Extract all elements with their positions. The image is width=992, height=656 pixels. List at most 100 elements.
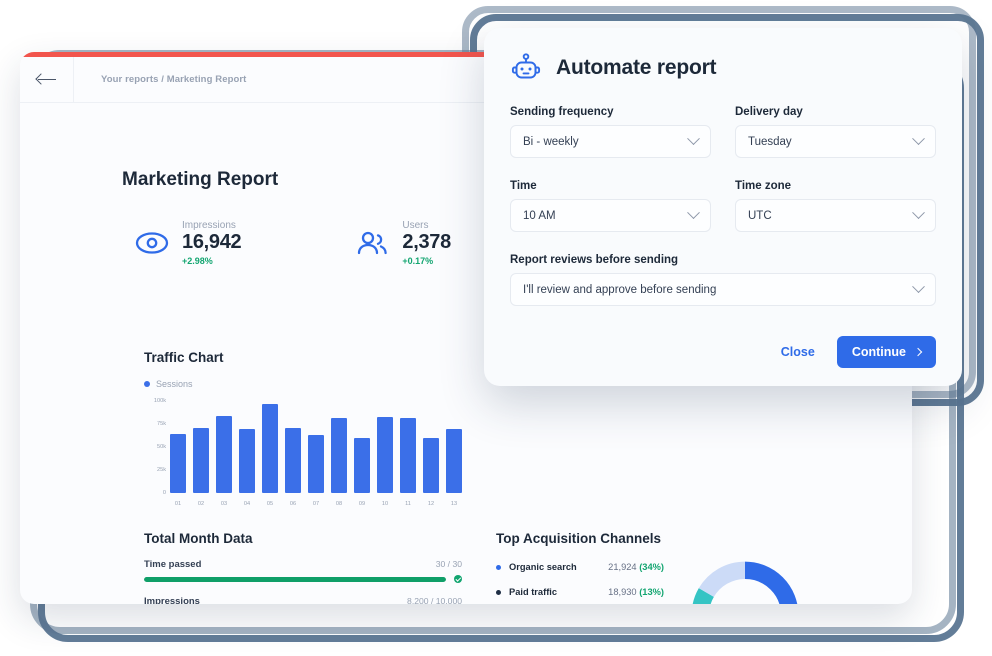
breadcrumb[interactable]: Your reports / Marketing Report (74, 57, 246, 102)
x-tick-label: 10 (377, 501, 393, 507)
bar-column (331, 401, 347, 493)
kpi-group: Impressions 16,942 +2.98% Users 2,378 (135, 220, 451, 266)
y-axis: 100k75k50k25k0 (144, 401, 166, 493)
x-tick-label: 13 (446, 501, 462, 507)
dialog-actions: Close Continue (510, 336, 936, 368)
bar (331, 418, 347, 493)
dialog-title: Automate report (556, 56, 716, 80)
field-time-zone: Time zone UTC (735, 180, 936, 232)
kpi-label: Users (402, 220, 451, 231)
field-sending-frequency: Sending frequency Bi - weekly (510, 106, 711, 158)
x-tick-label: 01 (170, 501, 186, 507)
donut-chart-svg (686, 556, 804, 604)
sending-frequency-select[interactable]: Bi - weekly (510, 125, 711, 158)
chevron-down-icon (912, 132, 925, 145)
continue-button[interactable]: Continue (837, 336, 936, 368)
bar-column (285, 401, 301, 493)
bar-chart-plot: 100k75k50k25k0 0102030405060708091011121… (144, 401, 466, 507)
bar-column (239, 401, 255, 493)
kpi-users: Users 2,378 +0.17% (355, 220, 451, 266)
select-value: I'll review and approve before sending (523, 284, 716, 296)
report-reviews-select[interactable]: I'll review and approve before sending (510, 273, 936, 306)
x-tick-label: 09 (354, 501, 370, 507)
y-tick-label: 50k (157, 444, 166, 450)
close-button[interactable]: Close (781, 345, 815, 359)
progress-row: Time passed30 / 30 (144, 559, 462, 583)
bar-column (354, 401, 370, 493)
acquisition-percent: (13%) (639, 587, 664, 597)
time-zone-select[interactable]: UTC (735, 199, 936, 232)
bar (170, 434, 186, 493)
users-icon (355, 230, 389, 255)
select-value: Bi - weekly (523, 136, 579, 148)
bar-column (400, 401, 416, 493)
progress-value: 30 / 30 (436, 559, 462, 569)
progress-rows: Time passed30 / 30 Impressions 8.200 / 10.… (144, 559, 462, 604)
y-tick-label: 25k (157, 467, 166, 473)
x-tick-label: 05 (262, 501, 278, 507)
bar-column (193, 401, 209, 493)
chart-legend: Sessions (144, 379, 474, 389)
field-label: Time (510, 180, 711, 192)
kpi-value: 16,942 (182, 232, 241, 254)
acquisition-row: Paid traffic18,930 (13%) (496, 587, 664, 597)
traffic-chart-title: Traffic Chart (144, 350, 474, 365)
progress-end-marker (454, 575, 462, 583)
progress-label: Impressions (144, 596, 200, 604)
acquisition-color-dot (496, 565, 501, 570)
acquisition-value: 21,924 (34%) (608, 562, 664, 572)
progress-value: 8.200 / 10.000 (407, 596, 462, 604)
acquisition-row: Organic search21,924 (34%) (496, 562, 664, 572)
kpi-impressions: Impressions 16,942 +2.98% (135, 220, 241, 266)
bar-column (170, 401, 186, 493)
chevron-right-icon (914, 348, 922, 356)
eye-icon (135, 231, 169, 255)
y-tick-label: 75k (157, 421, 166, 427)
bar (285, 428, 301, 493)
automate-report-dialog: Automate report Sending frequency Bi - w… (484, 28, 962, 386)
field-delivery-day: Delivery day Tuesday (735, 106, 936, 158)
bar (377, 417, 393, 493)
bar-column (262, 401, 278, 493)
x-tick-label: 02 (193, 501, 209, 507)
field-row-3: Report reviews before sending I'll revie… (510, 254, 936, 306)
select-value: 10 AM (523, 210, 556, 222)
back-button[interactable] (20, 57, 74, 102)
y-tick-label: 0 (163, 490, 166, 496)
bar (354, 438, 370, 493)
x-tick-label: 04 (239, 501, 255, 507)
page-title: Marketing Report (122, 169, 278, 191)
field-report-reviews: Report reviews before sending I'll revie… (510, 254, 936, 306)
bar (446, 429, 462, 493)
field-row-2: Time 10 AM Time zone UTC (510, 180, 936, 232)
delivery-day-select[interactable]: Tuesday (735, 125, 936, 158)
bar-column (446, 401, 462, 493)
field-label: Report reviews before sending (510, 254, 936, 266)
bar (216, 416, 232, 493)
total-month-data-card: Total Month Data Time passed30 / 30Impre… (144, 531, 462, 604)
donut-chart (686, 556, 804, 604)
bar-column (377, 401, 393, 493)
bar (423, 438, 439, 493)
x-tick-label: 08 (331, 501, 347, 507)
traffic-chart-card: Traffic Chart Sessions 100k75k50k25k0 01… (144, 350, 474, 507)
bar-column (216, 401, 232, 493)
time-select[interactable]: 10 AM (510, 199, 711, 232)
bar-column (423, 401, 439, 493)
x-axis: 01020304050607080910111213 (170, 501, 462, 507)
bar (262, 404, 278, 493)
legend-label-sessions: Sessions (156, 379, 193, 389)
progress-row: Impressions 8.200 / 10.000 (144, 596, 462, 604)
field-label: Sending frequency (510, 106, 711, 118)
acquisition-card: Top Acquisition Channels Organic search2… (496, 531, 856, 604)
select-value: Tuesday (748, 136, 792, 148)
chevron-down-icon (912, 206, 925, 219)
bar (193, 428, 209, 493)
continue-button-label: Continue (852, 345, 906, 359)
screenshot-stage: Your reports / Marketing Report Marketin… (0, 0, 992, 656)
chevron-down-icon (687, 206, 700, 219)
bar (239, 429, 255, 493)
bar-series (170, 401, 462, 493)
field-time: Time 10 AM (510, 180, 711, 232)
acquisition-percent: (34%) (639, 562, 664, 572)
